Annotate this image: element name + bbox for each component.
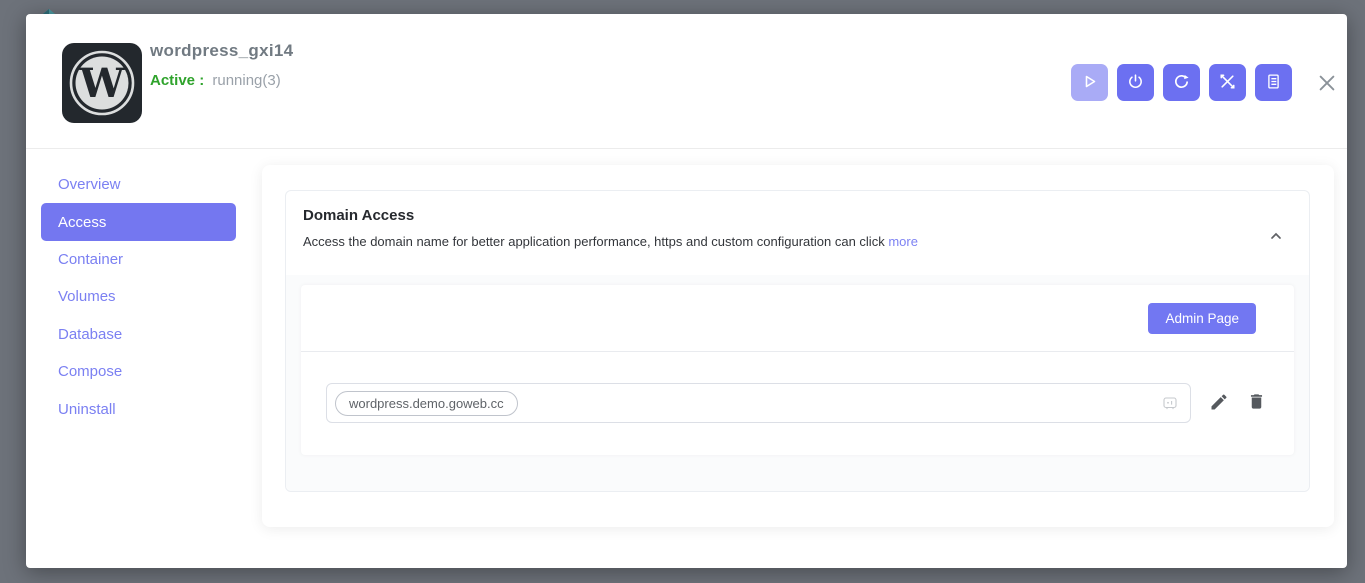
modal-header: W wordpress_gxi14 Active : running(3) xyxy=(26,14,1347,149)
domain-access-card-header: Domain Access Access the domain name for… xyxy=(286,191,1309,275)
svg-text:W: W xyxy=(79,60,126,107)
close-button[interactable] xyxy=(1315,72,1339,96)
edit-domain-button[interactable] xyxy=(1209,392,1229,415)
main-panel: Domain Access Access the domain name for… xyxy=(262,165,1334,527)
status-label: Active : xyxy=(150,72,204,89)
sidebar: Overview Access Container Volumes Databa… xyxy=(41,166,236,428)
title-block: wordpress_gxi14 Active : running(3) xyxy=(150,41,293,89)
sidebar-item-overview[interactable]: Overview xyxy=(41,166,236,203)
wordpress-logo: W xyxy=(62,43,142,123)
background-logo-peek xyxy=(38,5,60,14)
domain-input[interactable]: wordpress.demo.goweb.cc xyxy=(326,383,1191,423)
status-value: running(3) xyxy=(212,72,280,89)
restart-icon xyxy=(1173,73,1190,93)
modal-body: Overview Access Container Volumes Databa… xyxy=(26,149,1347,567)
app-status: Active : running(3) xyxy=(150,72,293,89)
restart-button[interactable] xyxy=(1163,64,1200,101)
pencil-icon xyxy=(1209,392,1229,415)
trash-icon xyxy=(1247,392,1266,414)
domain-access-card-body: Admin Page wordpress.demo.goweb.cc xyxy=(286,275,1309,491)
domain-toolbar-row: Admin Page xyxy=(301,285,1294,352)
card-subtitle-text: Access the domain name for better applic… xyxy=(303,234,885,249)
logs-icon xyxy=(1265,73,1282,93)
more-link[interactable]: more xyxy=(888,234,918,249)
app-detail-modal: W wordpress_gxi14 Active : running(3) xyxy=(26,14,1347,568)
close-icon xyxy=(1316,72,1338,97)
admin-page-button[interactable]: Admin Page xyxy=(1148,303,1256,334)
sidebar-item-volumes[interactable]: Volumes xyxy=(41,278,236,315)
domain-panel: Admin Page wordpress.demo.goweb.cc xyxy=(301,285,1294,455)
domain-chip[interactable]: wordpress.demo.goweb.cc xyxy=(335,391,518,416)
tools-button[interactable] xyxy=(1209,64,1246,101)
sidebar-item-compose[interactable]: Compose xyxy=(41,353,236,390)
sidebar-item-uninstall[interactable]: Uninstall xyxy=(41,390,236,427)
power-icon xyxy=(1127,73,1144,93)
start-button[interactable] xyxy=(1071,64,1108,101)
sidebar-item-access[interactable]: Access xyxy=(41,203,236,240)
logs-button[interactable] xyxy=(1255,64,1292,101)
domain-access-card: Domain Access Access the domain name for… xyxy=(285,190,1310,492)
domain-entry-row: wordpress.demo.goweb.cc xyxy=(301,352,1294,454)
card-title: Domain Access xyxy=(303,207,1289,224)
sidebar-item-container[interactable]: Container xyxy=(41,241,236,278)
header-actions xyxy=(1071,64,1292,101)
collapse-button[interactable] xyxy=(1264,225,1288,249)
domain-suffix-icon xyxy=(1162,395,1178,411)
delete-domain-button[interactable] xyxy=(1247,392,1266,414)
wordpress-logo-icon: W xyxy=(62,43,142,123)
play-icon xyxy=(1081,73,1098,93)
tools-icon xyxy=(1219,73,1236,93)
chevron-up-icon xyxy=(1268,228,1284,247)
stop-button[interactable] xyxy=(1117,64,1154,101)
app-title: wordpress_gxi14 xyxy=(150,41,293,61)
sidebar-item-database[interactable]: Database xyxy=(41,316,236,353)
card-subtitle: Access the domain name for better applic… xyxy=(303,234,1289,249)
